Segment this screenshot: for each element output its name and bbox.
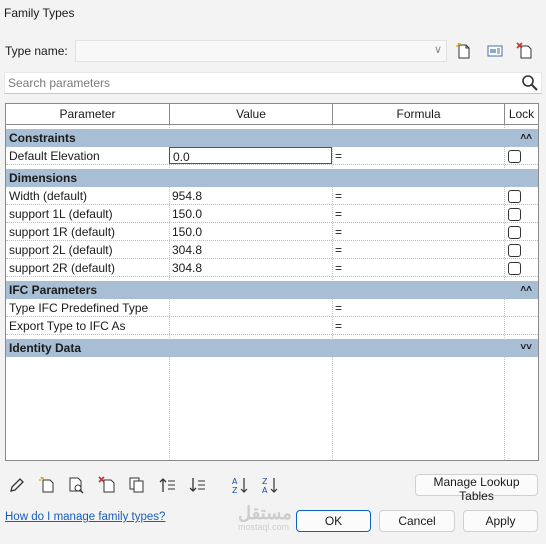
parameter-name: Width (default)	[9, 189, 88, 203]
lock-checkbox[interactable]	[508, 226, 521, 239]
formula-field[interactable]: =	[332, 299, 504, 317]
value-field[interactable]: 954.8	[169, 187, 332, 205]
search-input[interactable]	[5, 73, 505, 93]
table-row[interactable]: support 1L (default) 150.0 =	[6, 205, 538, 223]
window-title: Family Types	[4, 6, 75, 20]
formula-field[interactable]: =	[332, 317, 504, 335]
copy-parameter-icon[interactable]	[127, 475, 147, 495]
edit-parameter-icon[interactable]	[7, 475, 27, 495]
grid-header: Parameter Value Formula Lock	[6, 104, 538, 125]
parameter-name: Type IFC Predefined Type	[9, 301, 149, 315]
apply-button[interactable]: Apply	[463, 510, 538, 532]
table-row[interactable]: support 2L (default) 304.8 =	[6, 241, 538, 259]
sort-descending-icon[interactable]: ZA	[260, 475, 280, 495]
watermark-arabic: مستقل	[238, 503, 292, 523]
lock-checkbox[interactable]	[508, 244, 521, 257]
formula-field[interactable]: =	[332, 259, 504, 277]
parameter-name: support 1L (default)	[9, 207, 113, 221]
parameters-grid: Parameter Value Formula Lock Constraints…	[5, 103, 539, 461]
watermark-latin: mostaql.com	[238, 522, 290, 532]
svg-text:Z: Z	[232, 486, 238, 494]
group-label: Constraints	[9, 131, 76, 145]
group-header-ifc-parameters[interactable]: IFC Parameters ˄˄	[6, 281, 538, 299]
value-field[interactable]: 0.0	[169, 147, 332, 164]
parameter-name: support 2L (default)	[9, 243, 113, 257]
value-field[interactable]	[169, 317, 332, 335]
column-header-value[interactable]: Value	[170, 104, 333, 124]
lock-checkbox[interactable]	[508, 208, 521, 221]
formula-field[interactable]: =	[332, 187, 504, 205]
search-box[interactable]	[4, 72, 542, 94]
chevron-down-icon: ∨	[433, 44, 442, 56]
lock-cell	[504, 241, 538, 259]
value-field[interactable]: 304.8	[169, 259, 332, 277]
group-header-constraints[interactable]: Constraints ˄˄	[6, 129, 538, 147]
rename-type-icon[interactable]	[484, 40, 506, 62]
table-row[interactable]: Type IFC Predefined Type =	[6, 299, 538, 317]
collapse-icon[interactable]: ˄˄	[520, 281, 532, 299]
search-icon[interactable]	[521, 74, 539, 95]
help-link[interactable]: How do I manage family types?	[5, 511, 165, 523]
group-label: IFC Parameters	[9, 283, 98, 297]
value-field[interactable]: 150.0	[169, 223, 332, 241]
table-row[interactable]: support 2R (default) 304.8 =	[6, 259, 538, 277]
table-row[interactable]: Default Elevation 0.0 =	[6, 147, 538, 165]
group-header-dimensions[interactable]: Dimensions	[6, 169, 538, 187]
new-type-icon[interactable]	[453, 40, 475, 62]
cancel-button[interactable]: Cancel	[379, 510, 455, 532]
column-header-formula[interactable]: Formula	[333, 104, 505, 124]
collapse-icon[interactable]: ˄˄	[520, 129, 532, 147]
type-name-dropdown[interactable]: ∨	[75, 40, 447, 62]
lock-cell	[504, 205, 538, 223]
delete-parameter-icon[interactable]	[97, 475, 117, 495]
parameter-name: Export Type to IFC As	[9, 319, 126, 333]
sort-ascending-icon[interactable]: AZ	[230, 475, 250, 495]
formula-field[interactable]: =	[332, 205, 504, 223]
table-row[interactable]: Width (default) 954.8 =	[6, 187, 538, 205]
column-header-lock[interactable]: Lock	[505, 104, 538, 124]
lock-checkbox[interactable]	[508, 262, 521, 275]
parameter-name: support 1R (default)	[9, 225, 116, 239]
formula-field[interactable]: =	[332, 241, 504, 259]
table-row[interactable]: Export Type to IFC As =	[6, 317, 538, 335]
svg-text:Z: Z	[262, 477, 268, 486]
formula-field[interactable]: =	[332, 223, 504, 241]
shared-parameter-icon[interactable]	[66, 475, 86, 495]
column-header-parameter[interactable]: Parameter	[6, 104, 170, 124]
formula-field[interactable]: =	[332, 147, 504, 165]
group-label: Dimensions	[9, 171, 78, 185]
move-up-icon[interactable]	[158, 475, 178, 495]
group-label: Identity Data	[9, 341, 82, 355]
svg-text:A: A	[262, 486, 268, 494]
lock-cell	[504, 259, 538, 277]
value-field[interactable]: 304.8	[169, 241, 332, 259]
lock-cell	[504, 223, 538, 241]
table-row[interactable]: support 1R (default) 150.0 =	[6, 223, 538, 241]
parameter-name: support 2R (default)	[9, 261, 116, 275]
value-field[interactable]	[169, 299, 332, 317]
value-field[interactable]: 150.0	[169, 205, 332, 223]
group-header-identity-data[interactable]: Identity Data ˅˅	[6, 339, 538, 357]
new-parameter-icon[interactable]	[37, 475, 57, 495]
delete-type-icon[interactable]	[514, 40, 536, 62]
type-name-label: Type name:	[5, 44, 68, 58]
svg-text:A: A	[232, 477, 238, 486]
ok-button[interactable]: OK	[296, 510, 371, 532]
lock-cell	[504, 147, 538, 165]
manage-lookup-tables-button[interactable]: Manage Lookup Tables	[415, 474, 538, 503]
lock-checkbox[interactable]	[508, 150, 521, 163]
expand-icon[interactable]: ˅˅	[520, 339, 532, 357]
watermark-logo: مستقل mostaql.com	[238, 504, 304, 534]
parameter-name: Default Elevation	[9, 149, 100, 163]
move-down-icon[interactable]	[188, 475, 208, 495]
lock-checkbox[interactable]	[508, 190, 521, 203]
lock-cell	[504, 187, 538, 205]
